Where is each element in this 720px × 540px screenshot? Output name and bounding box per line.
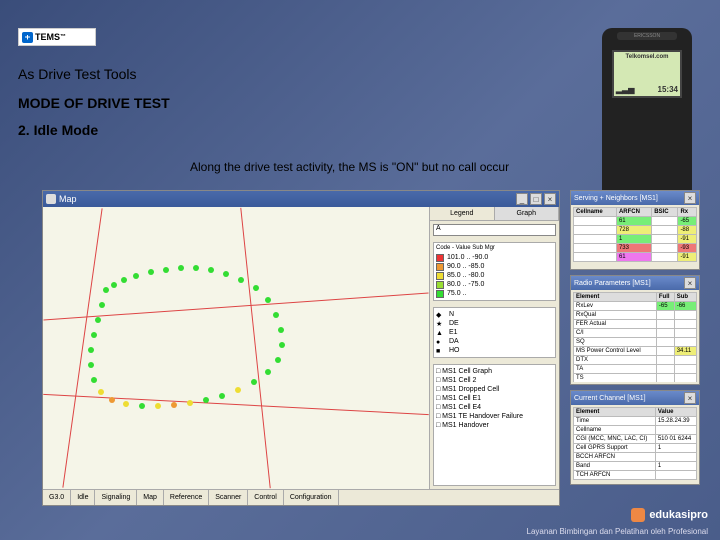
serving-table: CellnameARFCNBSICRx61-65728-881-91733-93… [573, 207, 697, 262]
footer-tab[interactable]: Control [248, 490, 284, 505]
legend-title: Code - Value Sub Mgr [436, 245, 553, 251]
channel-title: Current Channel [MS1] [574, 395, 646, 402]
mode-heading: MODE OF DRIVE TEST [18, 95, 170, 111]
shape-row: ■HO [436, 346, 553, 355]
phone-brand: ERICSSON [617, 32, 677, 40]
radio-parameters-panel: Radio Parameters [MS1] × ElementFullSubR… [570, 275, 700, 385]
footer-tab[interactable]: Signaling [95, 490, 137, 505]
channel-table: ElementValueTime15.28.24.39CellnameCGI (… [573, 407, 697, 480]
layer-item[interactable]: □ MS1 Cell Graph [436, 367, 553, 376]
close-button[interactable]: × [544, 193, 556, 205]
legend-box: Code - Value Sub Mgr 101.0 .. -90.090.0 … [433, 242, 556, 301]
legend-row: 90.0 .. -85.0 [436, 262, 553, 271]
footer-tab[interactable]: Map [137, 490, 164, 505]
channel-titlebar[interactable]: Current Channel [MS1] × [571, 391, 699, 405]
layer-item[interactable]: □ MS1 Cell E1 [436, 394, 553, 403]
shape-row: ◆N [436, 310, 553, 319]
close-icon[interactable]: × [684, 392, 696, 404]
shapes-box: ◆N★DE▲E1●DA■HO [433, 307, 556, 358]
layer-item[interactable]: □ MS1 Dropped Cell [436, 385, 553, 394]
phone-screen: Telkomsel.com ▂▃▅ 15:34 [612, 50, 682, 98]
layer-item[interactable]: □ MS1 TE Handover Failure [436, 412, 553, 421]
minimize-button[interactable]: _ [516, 193, 528, 205]
serving-neighbors-panel: Serving + Neighbors [MS1] × CellnameARFC… [570, 190, 700, 270]
map-window: Map _ □ × [42, 190, 560, 506]
edukasipro-logo: edukasipro [631, 508, 708, 522]
legend-row: 80.0 .. -75.0 [436, 280, 553, 289]
footer-tab[interactable]: Scanner [209, 490, 248, 505]
phone-time: 15:34 [658, 85, 678, 94]
legend-select[interactable]: A [433, 224, 556, 236]
radio-titlebar[interactable]: Radio Parameters [MS1] × [571, 276, 699, 290]
map-canvas[interactable] [43, 207, 429, 489]
maximize-button[interactable]: □ [530, 193, 542, 205]
logo-icon [22, 32, 33, 43]
phone-signal: ▂▃▅ [616, 85, 634, 94]
shape-row: ●DA [436, 337, 553, 346]
close-icon[interactable]: × [684, 192, 696, 204]
shape-row: ★DE [436, 319, 553, 328]
logo-text: TEMS [35, 32, 60, 42]
footer-tagline: Layanan Bimbingan dan Pelatihan oleh Pro… [527, 527, 708, 536]
serving-title: Serving + Neighbors [MS1] [574, 195, 658, 202]
mode-item: 2. Idle Mode [18, 122, 98, 138]
sidebar-tab-graph[interactable]: Graph [495, 207, 560, 220]
mode-desc: Along the drive test activity, the MS is… [190, 160, 509, 174]
map-title: Map [59, 194, 77, 204]
legend-row: 85.0 .. -80.0 [436, 271, 553, 280]
footer-tab[interactable]: G3.0 [43, 490, 71, 505]
tems-logo: TEMS ™ [18, 28, 96, 46]
map-footer-tabs: G3.0IdleSignalingMapReferenceScannerCont… [43, 489, 559, 505]
legend-row: 75.0 .. [436, 289, 553, 298]
close-icon[interactable]: × [684, 277, 696, 289]
radio-title: Radio Parameters [MS1] [574, 280, 651, 287]
map-titlebar[interactable]: Map _ □ × [43, 191, 559, 207]
layer-item[interactable]: □ MS1 Handover [436, 421, 553, 430]
sidebar-tab-legend[interactable]: Legend [430, 207, 495, 220]
subtitle: As Drive Test Tools [18, 66, 137, 82]
footer-tab[interactable]: Idle [71, 490, 95, 505]
radio-table: ElementFullSubRxLev-65-66RxQualFER Actua… [573, 292, 697, 382]
footer-tab[interactable]: Reference [164, 490, 209, 505]
layer-item[interactable]: □ MS1 Cell E4 [436, 403, 553, 412]
map-sidebar: Legend Graph A Code - Value Sub Mgr 101.… [429, 207, 559, 489]
footer-tab[interactable]: Configuration [284, 490, 339, 505]
legend-row: 101.0 .. -90.0 [436, 253, 553, 262]
edukasi-icon [631, 508, 645, 522]
layers-list[interactable]: □ MS1 Cell Graph□ MS1 Cell 2□ MS1 Droppe… [433, 364, 556, 486]
serving-titlebar[interactable]: Serving + Neighbors [MS1] × [571, 191, 699, 205]
phone-carrier: Telkomsel.com [616, 54, 678, 60]
shape-row: ▲E1 [436, 328, 553, 337]
current-channel-panel: Current Channel [MS1] × ElementValueTime… [570, 390, 700, 485]
footer-brand: edukasipro [649, 509, 708, 521]
map-icon [46, 194, 56, 204]
layer-item[interactable]: □ MS1 Cell 2 [436, 376, 553, 385]
